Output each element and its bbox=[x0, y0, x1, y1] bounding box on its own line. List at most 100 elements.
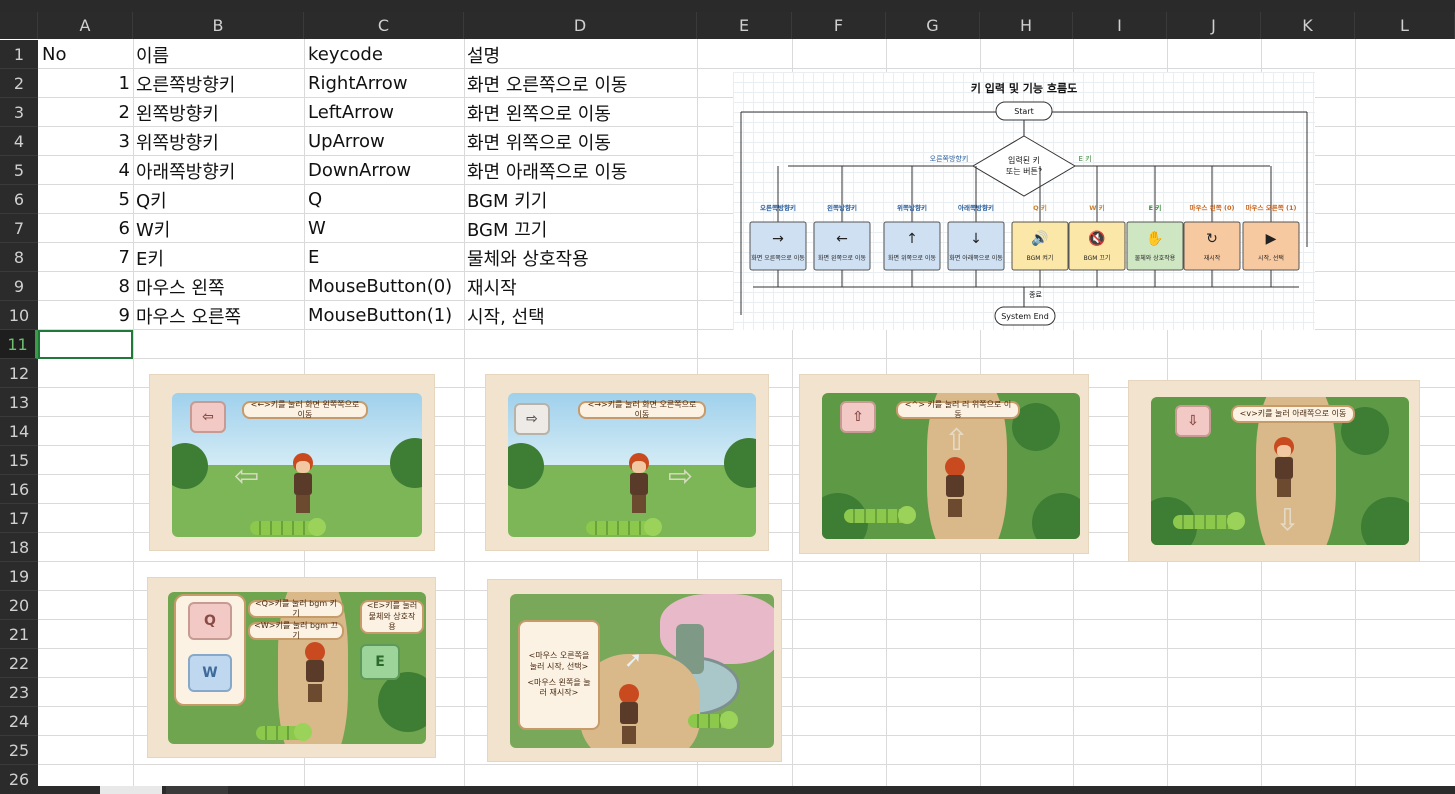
column-header-E[interactable]: E bbox=[697, 12, 792, 39]
row-header-17[interactable]: 17 bbox=[0, 504, 38, 533]
flowchart-decision-left: 오른쪽방향키 bbox=[930, 154, 969, 163]
row-header-19[interactable]: 19 bbox=[0, 562, 38, 591]
cell-B1[interactable]: 이름 bbox=[136, 40, 306, 69]
cell-B8[interactable]: E키 bbox=[136, 243, 304, 272]
row-header-23[interactable]: 23 bbox=[0, 678, 38, 707]
cell-D1[interactable]: 설명 bbox=[467, 40, 697, 69]
row-header-5[interactable]: 5 bbox=[0, 156, 38, 185]
flowchart-box-label: 화면 오른쪽으로 이동 bbox=[751, 254, 805, 262]
cell-D2[interactable]: 화면 오른쪽으로 이동 bbox=[467, 69, 697, 98]
column-header-A[interactable]: A bbox=[38, 12, 133, 39]
cell-C3[interactable]: LeftArrow bbox=[308, 98, 463, 127]
row-header-9[interactable]: 9 bbox=[0, 272, 38, 301]
cell-A7[interactable]: 6 bbox=[38, 214, 130, 243]
sheet-tab[interactable] bbox=[166, 786, 228, 794]
flowchart-box-icon: 🔇 bbox=[1088, 230, 1105, 247]
column-header-I[interactable]: I bbox=[1073, 12, 1167, 39]
column-header-J[interactable]: J bbox=[1167, 12, 1261, 39]
cell-D6[interactable]: BGM 키기 bbox=[467, 185, 697, 214]
row-header-12[interactable]: 12 bbox=[0, 359, 38, 388]
column-header-B[interactable]: B bbox=[133, 12, 304, 39]
cell-A4[interactable]: 3 bbox=[38, 127, 130, 156]
cell-A6[interactable]: 5 bbox=[38, 185, 130, 214]
cell-A10[interactable]: 9 bbox=[38, 301, 130, 330]
cell-D3[interactable]: 화면 왼쪽으로 이동 bbox=[467, 98, 697, 127]
column-header-L[interactable]: L bbox=[1355, 12, 1455, 39]
add-sheet-icon[interactable] bbox=[256, 786, 276, 794]
cell-B3[interactable]: 왼쪽방향키 bbox=[136, 98, 304, 127]
cell-C9[interactable]: MouseButton(0) bbox=[308, 272, 463, 301]
row-header-2[interactable]: 2 bbox=[0, 69, 38, 98]
cell-A3[interactable]: 2 bbox=[38, 98, 130, 127]
flowchart-box-icon: → bbox=[772, 231, 784, 247]
cell-B4[interactable]: 위쪽방향키 bbox=[136, 127, 304, 156]
cell-C4[interactable]: UpArrow bbox=[308, 127, 463, 156]
qwe-keys-image[interactable]: E Q W <Q>키를 눌러 bgm 키기 <W>키를 눌러 bgm 끄기 <E… bbox=[148, 578, 435, 757]
cell-A1[interactable]: No bbox=[42, 40, 132, 69]
row-header-13[interactable]: 13 bbox=[0, 388, 38, 417]
cell-A9[interactable]: 8 bbox=[38, 272, 130, 301]
cell-B2[interactable]: 오른쪽방향키 bbox=[136, 69, 304, 98]
row-header-16[interactable]: 16 bbox=[0, 475, 38, 504]
right-arrow-image[interactable]: ⇨ ⇨ <→>키를 눌러 화면 오른쪽으로 이동 bbox=[486, 375, 768, 550]
flowchart-box-icon: ✋ bbox=[1146, 230, 1163, 247]
cell-A8[interactable]: 7 bbox=[38, 243, 130, 272]
cell-D7[interactable]: BGM 끄기 bbox=[467, 214, 697, 243]
row-header-22[interactable]: 22 bbox=[0, 649, 38, 678]
column-header-C[interactable]: C bbox=[304, 12, 464, 39]
right-caption: <→>키를 눌러 화면 오른쪽으로 이동 bbox=[578, 400, 706, 419]
row-header-18[interactable]: 18 bbox=[0, 533, 38, 562]
flowchart-branch-label: 아래쪽방향키 bbox=[958, 203, 994, 212]
cell-D8[interactable]: 물체와 상호작용 bbox=[467, 243, 697, 272]
cell-B5[interactable]: 아래쪽방향키 bbox=[136, 156, 304, 185]
row-header-21[interactable]: 21 bbox=[0, 620, 38, 649]
cell-B6[interactable]: Q키 bbox=[136, 185, 304, 214]
cell-C8[interactable]: E bbox=[308, 243, 463, 272]
row-header-3[interactable]: 3 bbox=[0, 98, 38, 127]
row-header-8[interactable]: 8 bbox=[0, 243, 38, 272]
row-header-6[interactable]: 6 bbox=[0, 185, 38, 214]
cell-B7[interactable]: W키 bbox=[136, 214, 304, 243]
row-header-25[interactable]: 25 bbox=[0, 736, 38, 765]
row-header-24[interactable]: 24 bbox=[0, 707, 38, 736]
column-header-G[interactable]: G bbox=[886, 12, 980, 39]
cell-A5[interactable]: 4 bbox=[38, 156, 130, 185]
up-arrow-image[interactable]: ⇧ ⇧ <^> 키를 눌러 러 위쪽으로 이동 bbox=[800, 375, 1088, 553]
cell-C2[interactable]: RightArrow bbox=[308, 69, 463, 98]
select-all-corner[interactable] bbox=[0, 12, 38, 39]
row-header-1[interactable]: 1 bbox=[0, 40, 38, 69]
row-header-20[interactable]: 20 bbox=[0, 591, 38, 620]
cell-C1[interactable]: keycode bbox=[308, 40, 463, 69]
left-arrow-image[interactable]: ⇦ ⇦ <←>키를 눌러 화면 왼쪽쪽으로 이동 bbox=[150, 375, 434, 550]
row-header-14[interactable]: 14 bbox=[0, 417, 38, 446]
column-header-F[interactable]: F bbox=[792, 12, 886, 39]
mouse-image[interactable]: ➚ <마우스 오른쪽을 눌러 시작, 선택> <마우스 왼쪽을 눌러 재시작> bbox=[488, 580, 781, 761]
cell-C5[interactable]: DownArrow bbox=[308, 156, 463, 185]
active-cell-A11[interactable] bbox=[38, 330, 133, 359]
cell-B9[interactable]: 마우스 왼쪽 bbox=[136, 272, 304, 301]
flowchart-image[interactable]: 키 입력 및 기능 흐름도 Start 입력된 키 또는 버튼? 오른쪽방향키 … bbox=[733, 72, 1315, 330]
column-header-H[interactable]: H bbox=[980, 12, 1073, 39]
cell-D9[interactable]: 재시작 bbox=[467, 272, 697, 301]
cell-C7[interactable]: W bbox=[308, 214, 463, 243]
column-header-D[interactable]: D bbox=[464, 12, 697, 39]
cell-C6[interactable]: Q bbox=[308, 185, 463, 214]
row-header-15[interactable]: 15 bbox=[0, 446, 38, 475]
cell-A2[interactable]: 1 bbox=[38, 69, 130, 98]
sheet-tab-active[interactable] bbox=[100, 786, 162, 794]
cell-C10[interactable]: MouseButton(1) bbox=[308, 301, 463, 330]
cell-D5[interactable]: 화면 아래쪽으로 이동 bbox=[467, 156, 697, 185]
row-header-11[interactable]: 11 bbox=[0, 330, 38, 359]
cell-D4[interactable]: 화면 위쪽으로 이동 bbox=[467, 127, 697, 156]
flowchart-box-label: BGM 끄기 bbox=[1084, 254, 1111, 262]
cell-B10[interactable]: 마우스 오른쪽 bbox=[136, 301, 304, 330]
gridline-horizontal bbox=[38, 764, 1455, 765]
column-header-K[interactable]: K bbox=[1261, 12, 1355, 39]
flowchart-branch-label: 마우스 왼쪽 (0) bbox=[1190, 203, 1235, 212]
row-header-7[interactable]: 7 bbox=[0, 214, 38, 243]
row-header-10[interactable]: 10 bbox=[0, 301, 38, 330]
down-arrow-image[interactable]: ⇩ ⇩ <v>키를 눌러 아래쪽으로 이동 bbox=[1129, 381, 1419, 561]
row-header-4[interactable]: 4 bbox=[0, 127, 38, 156]
down-key-icon: ⇩ bbox=[1175, 405, 1211, 437]
cell-D10[interactable]: 시작, 선택 bbox=[467, 301, 697, 330]
